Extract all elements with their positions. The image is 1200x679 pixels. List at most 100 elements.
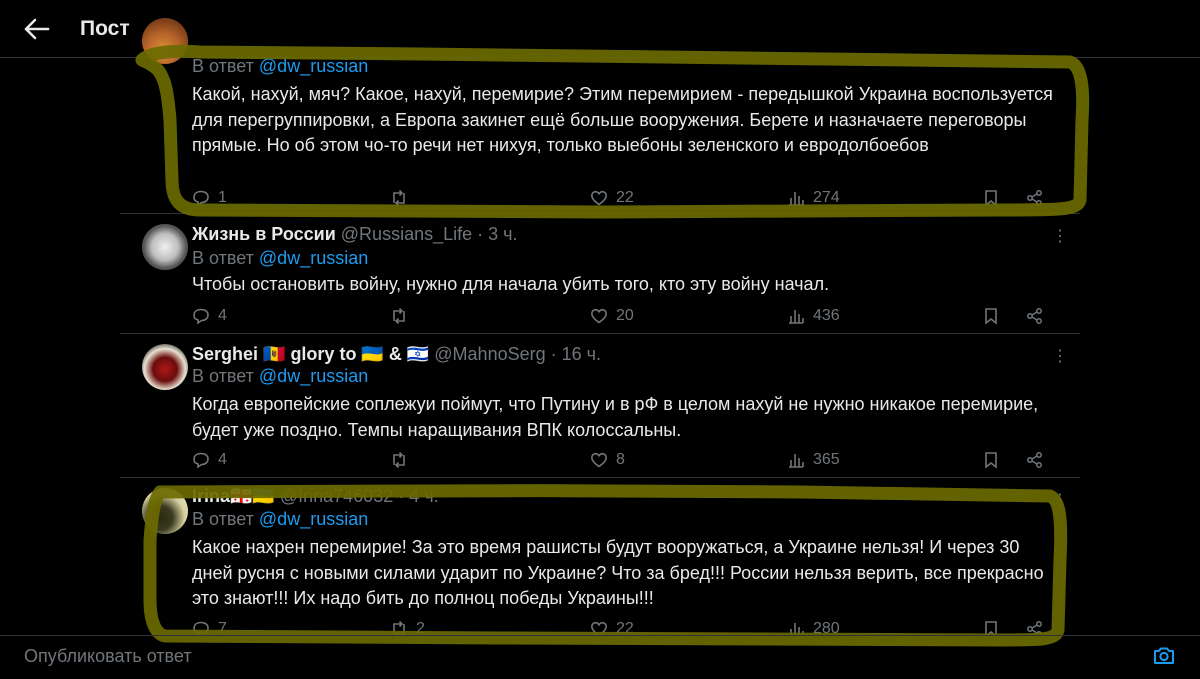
author-name[interactable]: Serghei 🇲🇩 glory to 🇺🇦 & 🇮🇱 xyxy=(192,344,429,364)
like-icon xyxy=(590,308,608,324)
tweet-text: Когда европейские соплежуи поймут, что П… xyxy=(192,394,1039,440)
like-count: 20 xyxy=(616,307,634,324)
like-count: 22 xyxy=(616,189,634,206)
repost-button[interactable]: 2 xyxy=(390,617,426,635)
reply-count: 4 xyxy=(218,451,227,468)
author-handle[interactable]: @MahnoSerg · 16 ч. xyxy=(434,344,601,364)
reply-button[interactable]: 4 xyxy=(192,304,228,328)
tweet[interactable]: В ответ @dw_russian Какой, нахуй, мяч? К… xyxy=(120,18,1080,214)
avatar[interactable] xyxy=(142,488,188,534)
views-button[interactable]: 280 xyxy=(787,617,840,635)
avatar[interactable] xyxy=(142,224,188,270)
reply-mention[interactable]: @dw_russian xyxy=(259,366,368,386)
reply-composer[interactable]: Опубликовать ответ xyxy=(0,635,1200,679)
like-count: 8 xyxy=(616,451,625,468)
reply-input[interactable]: Опубликовать ответ xyxy=(24,646,192,667)
bookmark-button[interactable] xyxy=(982,448,1008,472)
reply-button[interactable]: 4 xyxy=(192,448,228,472)
reply-count: 4 xyxy=(218,307,227,324)
views-count: 436 xyxy=(813,307,840,324)
tweet-text: Какое нахрен перемирие! За это время раш… xyxy=(192,537,1044,608)
share-button[interactable] xyxy=(1026,304,1052,328)
reply-mention[interactable]: @dw_russian xyxy=(259,509,368,529)
like-button[interactable]: 20 xyxy=(590,304,634,328)
author-name[interactable]: Irina🇬🇪🇺🇦 xyxy=(192,486,275,506)
bookmark-icon xyxy=(985,190,997,207)
reply-count: 7 xyxy=(218,620,227,635)
like-icon xyxy=(590,621,608,635)
back-arrow-icon[interactable] xyxy=(22,16,50,42)
views-icon xyxy=(790,623,804,635)
like-count: 22 xyxy=(616,620,634,635)
author-name[interactable]: Жизнь в России xyxy=(192,224,336,244)
tweet-text: Чтобы остановить войну, нужно для начала… xyxy=(192,274,830,294)
reply-label: В ответ xyxy=(192,248,254,268)
reply-label: В ответ xyxy=(192,366,254,386)
reply-icon xyxy=(193,190,209,207)
like-icon xyxy=(590,190,608,206)
views-button[interactable]: 436 xyxy=(787,304,840,328)
bookmark-button[interactable] xyxy=(982,304,1008,328)
author-handle[interactable]: @Irina746032 · 4 ч. xyxy=(280,486,439,506)
tweet-actions: 4 20 436 xyxy=(192,304,1052,328)
tweet-actions: 7 2 22 280 xyxy=(192,617,1052,635)
like-button[interactable]: 8 xyxy=(590,448,626,472)
like-button[interactable]: 22 xyxy=(590,617,634,635)
tweet-meta: Жизнь в России @Russians_Life · 3 ч. xyxy=(192,224,518,245)
views-button[interactable]: 274 xyxy=(787,186,840,210)
like-button[interactable]: 22 xyxy=(590,186,634,210)
reply-icon xyxy=(193,621,209,635)
repost-button[interactable] xyxy=(390,448,426,472)
bookmark-button[interactable] xyxy=(982,617,1008,635)
share-icon xyxy=(1027,621,1042,635)
bookmark-button[interactable] xyxy=(982,186,1008,210)
share-icon xyxy=(1027,308,1042,324)
reply-count: 1 xyxy=(218,189,227,206)
share-icon xyxy=(1027,452,1042,468)
views-count: 365 xyxy=(813,451,840,468)
bookmark-icon xyxy=(985,452,997,469)
tweet-meta: Serghei 🇲🇩 glory to 🇺🇦 & 🇮🇱 @MahnoSerg ·… xyxy=(192,344,601,365)
tweet-meta: Irina🇬🇪🇺🇦 @Irina746032 · 4 ч. xyxy=(192,486,439,507)
tweet-actions: 1 22 274 xyxy=(192,186,1052,210)
views-icon xyxy=(789,454,804,468)
reply-button[interactable]: 7 xyxy=(192,617,228,635)
reply-label: В ответ xyxy=(192,509,254,529)
tweet[interactable]: Irina🇬🇪🇺🇦 @Irina746032 · 4 ч. ⋮ В ответ … xyxy=(120,478,1080,635)
camera-icon[interactable] xyxy=(1152,644,1176,668)
more-icon[interactable]: ⋮ xyxy=(1052,346,1068,366)
reply-context: В ответ @dw_russian xyxy=(192,509,368,530)
repost-button[interactable] xyxy=(390,186,426,210)
repost-button[interactable] xyxy=(390,304,426,328)
tweet[interactable]: Жизнь в России @Russians_Life · 3 ч. ⋮ В… xyxy=(120,214,1080,334)
repost-icon xyxy=(393,189,405,207)
share-button[interactable] xyxy=(1026,186,1052,210)
reply-context: В ответ @dw_russian xyxy=(192,366,368,387)
bookmark-icon xyxy=(985,308,997,325)
repost-icon xyxy=(393,307,405,325)
reply-mention[interactable]: @dw_russian xyxy=(259,248,368,268)
views-count: 280 xyxy=(813,620,840,635)
author-handle[interactable]: @Russians_Life · 3 ч. xyxy=(341,224,518,244)
more-icon[interactable]: ⋮ xyxy=(1052,226,1068,246)
reply-context: В ответ @dw_russian xyxy=(192,248,368,269)
tweet-text: Какой, нахуй, мяч? Какое, нахуй, перемир… xyxy=(192,84,1053,155)
reply-button[interactable]: 1 xyxy=(192,186,228,210)
repost-icon xyxy=(393,620,405,635)
page-title: Пост xyxy=(80,17,130,40)
repost-count: 2 xyxy=(416,620,425,635)
reply-icon xyxy=(193,452,209,469)
share-button[interactable] xyxy=(1026,617,1052,635)
more-icon[interactable]: ⋮ xyxy=(1052,490,1068,510)
views-icon xyxy=(789,310,804,324)
bookmark-icon xyxy=(985,621,997,635)
reply-icon xyxy=(193,308,209,325)
share-button[interactable] xyxy=(1026,448,1052,472)
tweet[interactable]: Serghei 🇲🇩 glory to 🇺🇦 & 🇮🇱 @MahnoSerg ·… xyxy=(120,334,1080,478)
avatar[interactable] xyxy=(142,18,188,64)
views-button[interactable]: 365 xyxy=(787,448,840,472)
views-icon xyxy=(789,192,804,206)
avatar[interactable] xyxy=(142,344,188,390)
share-icon xyxy=(1027,190,1042,206)
reply-mention[interactable]: @dw_russian xyxy=(259,56,368,76)
